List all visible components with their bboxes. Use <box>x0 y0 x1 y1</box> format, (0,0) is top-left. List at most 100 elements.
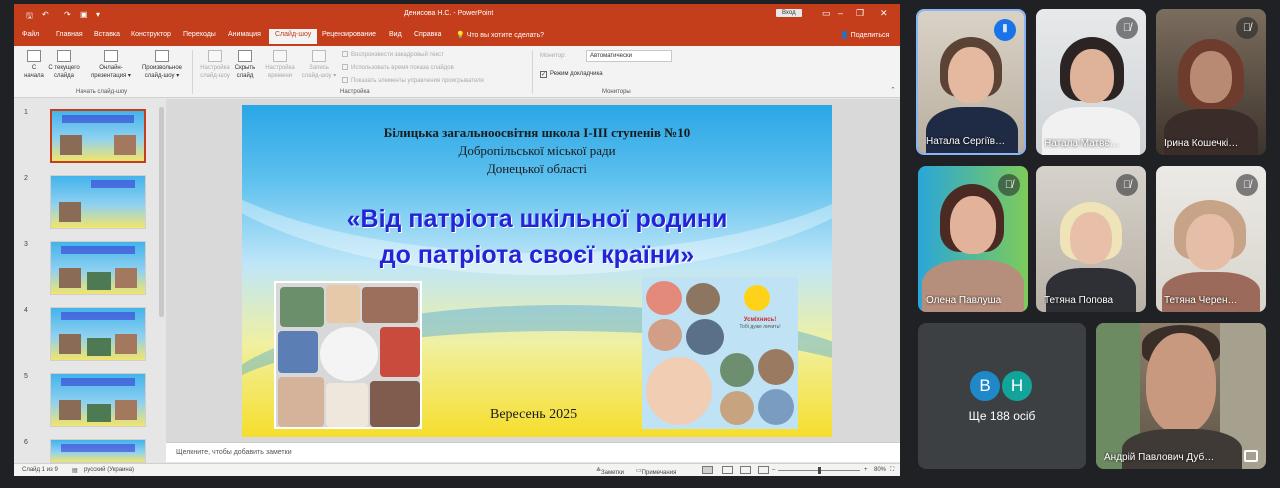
slide-thumbnail-4[interactable] <box>50 307 146 361</box>
notes-toggle[interactable]: ≙ Заметки <box>596 467 624 476</box>
slide-thumbnail-2[interactable] <box>50 175 146 229</box>
save-icon[interactable]: 🖫 <box>26 10 33 24</box>
collapse-ribbon-icon[interactable]: ⌃ <box>890 86 896 94</box>
monitor-select[interactable]: Автоматически <box>586 50 672 62</box>
tab-insert[interactable]: Вставка <box>94 31 120 38</box>
participant-tile[interactable]: 🎙̸ Ірина Кошечкі… <box>1156 9 1266 155</box>
presenter-view-checkbox[interactable]: ✓ Режим докладчика <box>540 71 603 78</box>
participant-tile[interactable]: ⦀ Натала Сергіїв… <box>916 9 1026 155</box>
participant-tile[interactable]: 🎙̸ Олена Павлуша <box>918 166 1028 312</box>
zoom-slider-thumb[interactable] <box>818 467 821 474</box>
play-from-start-icon <box>27 50 41 62</box>
participant-tile[interactable]: 🎙̸ Тетяна Попова <box>1036 166 1146 312</box>
normal-view-icon[interactable] <box>702 466 713 474</box>
signin-button[interactable]: Вход <box>776 9 802 17</box>
redo-icon[interactable]: ↷ <box>64 10 71 19</box>
restore-icon[interactable]: ❐ <box>856 8 864 19</box>
collage-photo <box>320 327 378 381</box>
tab-help[interactable]: Справка <box>414 31 441 38</box>
tab-design[interactable]: Конструктор <box>131 31 171 38</box>
current-slide[interactable]: Білицька загальноосвітня школа І-ІІІ сту… <box>242 105 832 437</box>
slide-thumbnail-3[interactable] <box>50 241 146 295</box>
participant-tile[interactable]: 🎙̸ Натала Матвє… <box>1036 9 1146 155</box>
slide-thumbnail-1[interactable] <box>50 109 146 163</box>
tab-animations[interactable]: Анимация <box>228 31 261 38</box>
start-presentation-icon[interactable]: ▣ <box>80 10 88 19</box>
collage-photo <box>758 349 794 385</box>
collage-photo <box>370 381 420 427</box>
rehearse-label-2: времени <box>268 73 292 79</box>
play-from-current-icon <box>57 50 71 62</box>
opt-narration[interactable]: Воспроизвести закадровый текст <box>342 51 444 58</box>
video-person <box>1070 49 1114 103</box>
zoom-in-icon[interactable]: + <box>864 467 868 473</box>
thumb-title <box>61 312 135 320</box>
close-icon[interactable]: ✕ <box>880 8 888 19</box>
others-count-label: Ще 188 осіб <box>968 409 1036 423</box>
slideshow-view-icon[interactable] <box>758 466 769 474</box>
school-name-line3: Донецької області <box>486 161 588 176</box>
language-indicator[interactable]: русский (Украина) <box>84 467 134 473</box>
online-label: Онлайн- <box>99 65 123 71</box>
notes-pane[interactable]: Щелкните, чтобы добавить заметки <box>166 442 900 462</box>
thumb-number: 5 <box>24 373 28 380</box>
slide-sorter-icon[interactable] <box>722 466 733 474</box>
slide-thumbnail-6[interactable] <box>50 439 146 463</box>
tab-transitions[interactable]: Переходы <box>183 31 216 38</box>
rehearse-timings-button[interactable]: Настройка времени <box>262 50 298 80</box>
fit-slide-icon[interactable]: ⛶ <box>890 467 894 474</box>
from-beginning-button[interactable]: С начала <box>22 50 46 80</box>
collage-photo <box>758 389 794 425</box>
opt-timings[interactable]: Использовать время показа слайдов <box>342 64 454 71</box>
thumb-photo <box>87 404 111 422</box>
thumbnails-scrollbar[interactable] <box>159 107 164 317</box>
share-button[interactable]: 👤 Поделиться <box>840 31 889 39</box>
ribbon-divider <box>532 50 533 94</box>
customize-qat-icon[interactable]: ▾ <box>96 10 100 19</box>
title-bar: 🖫 ↶ ↷ ▣ ▾ Денисова Н.С. - PowerPoint Вхо… <box>14 4 900 26</box>
slide-thumbnail-5[interactable] <box>50 373 146 427</box>
online-presentation-button[interactable]: Онлайн- презентация ▾ <box>86 50 136 80</box>
record-slideshow-button[interactable]: Запись слайд-шоу ▾ <box>300 50 338 80</box>
mic-off-icon: 🎙̸ <box>1236 174 1258 196</box>
spellcheck-icon[interactable]: ▤ <box>72 467 78 474</box>
school-name-line1: Білицька загальноосвітня школа І-ІІІ сту… <box>383 125 691 140</box>
custom-label-2: слайд-шоу ▾ <box>144 73 180 79</box>
undo-icon[interactable]: ↶ <box>42 10 49 19</box>
tab-home[interactable]: Главная <box>56 31 83 38</box>
opt-narration-label: Воспроизвести закадровый текст <box>351 52 444 58</box>
hide-slide-button[interactable]: Скрыть слайд <box>232 50 258 80</box>
other-participants-tile[interactable]: В Н Ще 188 осіб <box>918 323 1086 469</box>
tab-slideshow[interactable]: Слайд-шоу <box>269 29 318 44</box>
comments-toggle[interactable]: ▭ Примечания <box>636 467 676 476</box>
thumb-number: 6 <box>24 439 28 446</box>
tab-file[interactable]: Файл <box>22 31 39 38</box>
tell-me-search[interactable]: 💡 Что вы хотите сделать? <box>456 31 544 39</box>
status-bar: Слайд 1 из 9 ▤ русский (Украина) ≙ Замет… <box>14 463 900 476</box>
pip-icon[interactable] <box>1244 450 1258 462</box>
video-person <box>950 196 996 254</box>
setup-slideshow-button[interactable]: Настройка слайд-шоу <box>196 50 234 80</box>
custom-slideshow-button[interactable]: Произвольное слайд-шоу ▾ <box>136 50 188 80</box>
sun-icon <box>744 285 770 311</box>
mic-off-icon: 🎙̸ <box>1236 17 1258 39</box>
comments-toggle-label: Примечания <box>641 470 677 476</box>
participant-tile-featured[interactable]: Андрій Павлович Дуб… <box>1096 323 1266 469</box>
reading-view-icon[interactable] <box>740 466 751 474</box>
collage-photo <box>380 327 420 377</box>
thumb-title <box>61 246 135 254</box>
participant-tile[interactable]: 🎙̸ Тетяна Черен… <box>1156 166 1266 312</box>
tab-review[interactable]: Рецензирование <box>322 31 376 38</box>
zoom-out-icon[interactable]: – <box>772 467 775 473</box>
checkbox <box>342 51 348 57</box>
shared-screen-powerpoint: 🖫 ↶ ↷ ▣ ▾ Денисова Н.С. - PowerPoint Вхо… <box>14 4 900 476</box>
participant-name: Натала Матвє… <box>1044 138 1120 149</box>
opt-media-controls[interactable]: Показать элементы управления проигрывате… <box>342 77 484 84</box>
group-setup-label: Настройка <box>340 89 370 95</box>
ribbon-display-icon[interactable]: ▭ <box>822 8 831 19</box>
from-current-button[interactable]: С текущего слайда <box>46 50 82 80</box>
minimize-icon[interactable]: – <box>838 8 843 18</box>
tab-view[interactable]: Вид <box>389 31 402 38</box>
zoom-level[interactable]: 80% <box>874 467 886 473</box>
collage-photo <box>720 353 754 387</box>
